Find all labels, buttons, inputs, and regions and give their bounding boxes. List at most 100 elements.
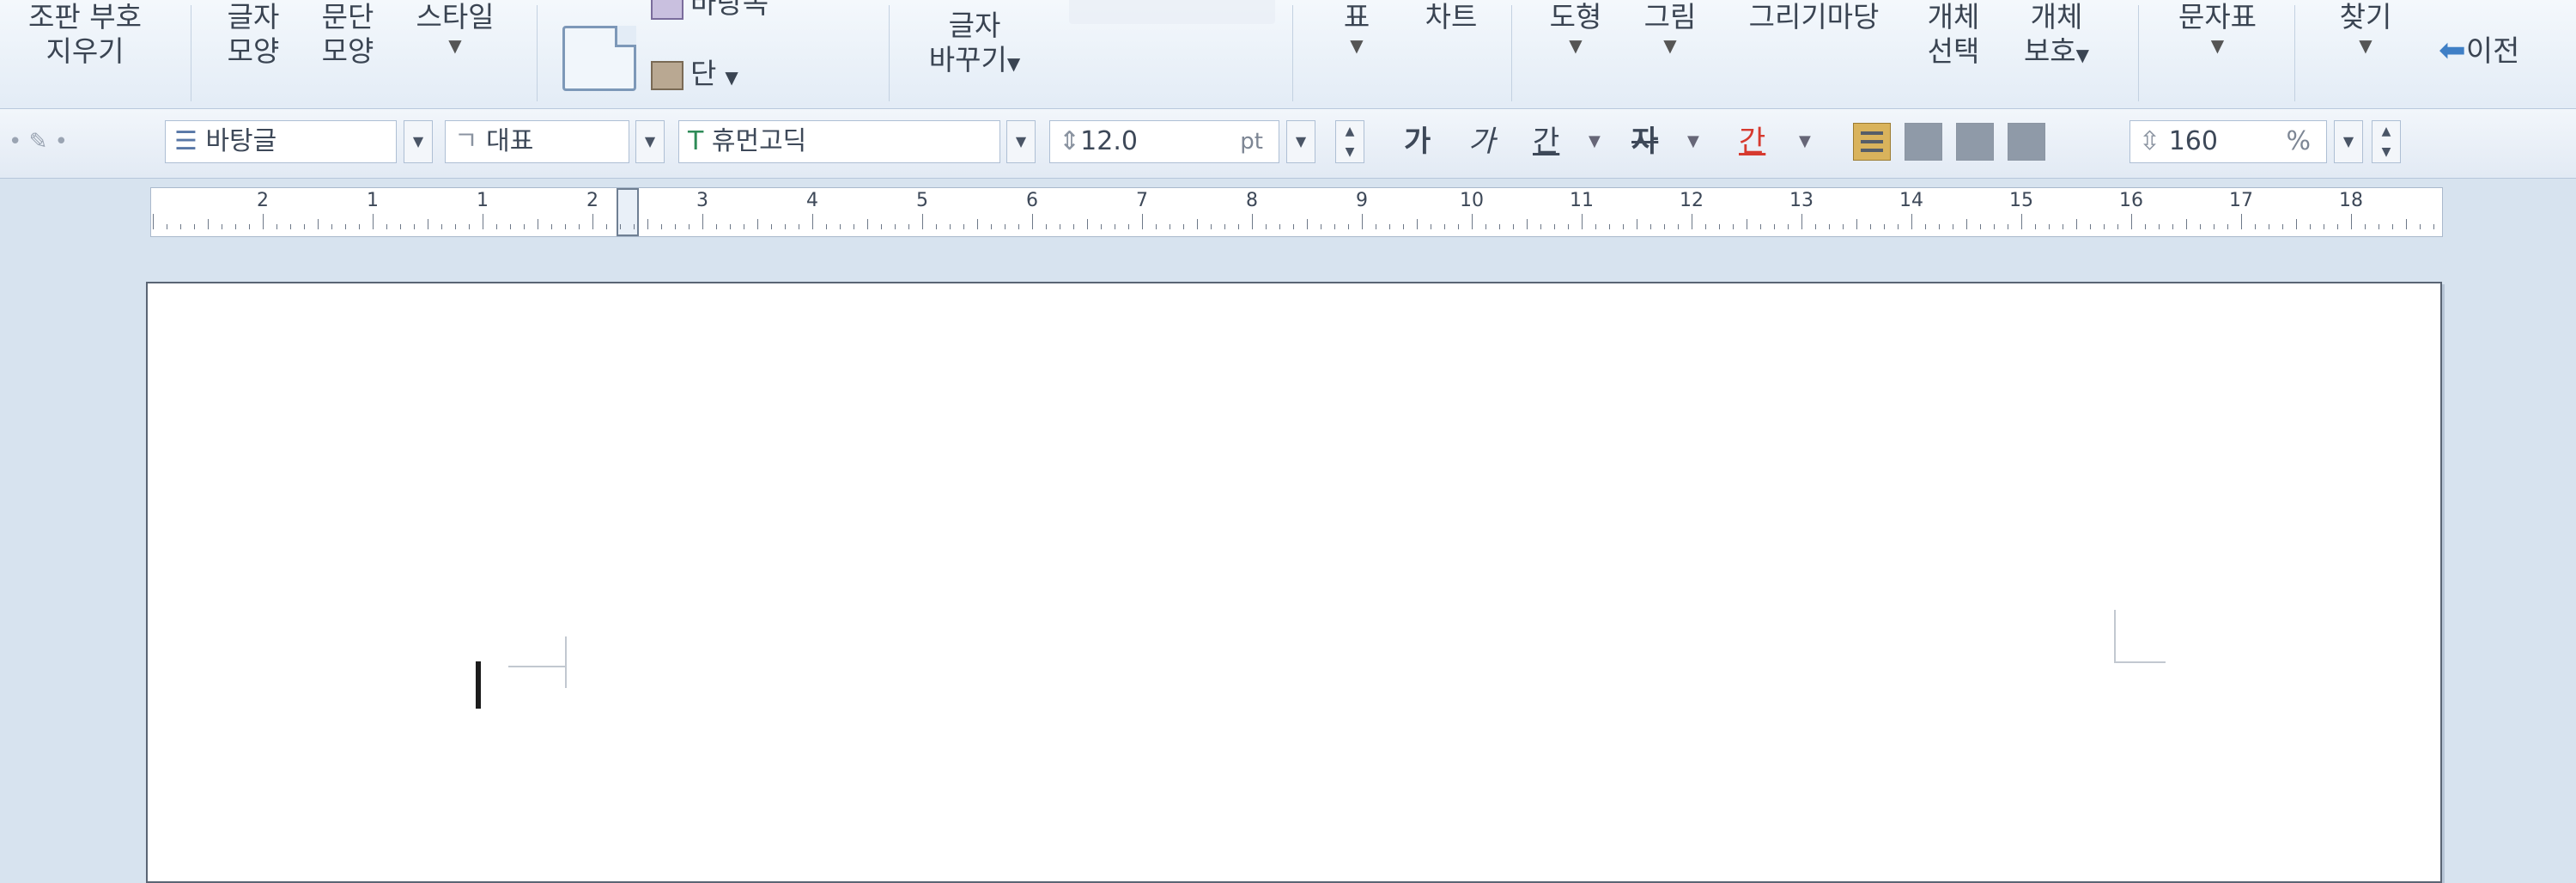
ruler-tick [2365,224,2366,229]
style-button[interactable]: 스타일 ▼ [399,0,511,108]
ruler-tick [565,224,566,229]
ruler-tick [592,214,593,229]
style-select-dropdown[interactable]: ▼ [404,120,433,163]
ruler-number: 17 [2229,190,2253,211]
ruler-tick [2200,224,2201,229]
ruler-tick [1238,224,1239,229]
ruler-number: 8 [1246,190,1258,211]
italic-button[interactable]: 가 [1468,120,1495,163]
ruler-tick [689,224,690,229]
underline-button[interactable]: 간 [1533,120,1559,163]
prev-label: 이전 [2465,34,2520,69]
picture-button[interactable]: 그림 ▼ [1627,0,1713,108]
language-select-dropdown[interactable]: ▼ [635,120,665,163]
ruler-tick [1939,224,1940,229]
para-shape-button[interactable]: 문단 모양 [305,0,391,108]
ruler-tick [1293,224,1294,229]
chevron-down-icon: ▼ [2075,45,2090,65]
ruler-tick [1307,219,1308,229]
line-spacing-input[interactable]: ⇳ 160 % [2129,120,2327,163]
ruler-tick [2282,224,2283,229]
ruler-tick [1760,224,1761,229]
chart-button[interactable]: 차트 [1408,0,1494,108]
left-align-button[interactable] [1905,123,1942,161]
font-size-value: 12.0 [1080,126,1138,156]
chevron-down-icon[interactable]: ▼ [1687,120,1699,163]
table-button[interactable]: 표 ▼ [1322,0,1391,108]
columns-button[interactable]: 단 ▼ [651,55,738,96]
page-icon[interactable] [562,26,636,91]
right-align-button[interactable] [2008,123,2045,161]
strikethrough-button[interactable]: 자 [1631,120,1658,163]
font-select[interactable]: T 휴먼고딕 [678,120,1000,163]
ruler-tick [1705,224,1706,229]
ruler-tick [2433,224,2434,229]
chevron-down-icon[interactable]: ▼ [1799,120,1811,163]
line-spacing-dropdown[interactable]: ▼ [2334,120,2363,163]
ruler-tick [208,219,209,229]
change-char-button[interactable]: 글자 바꾸기▼ [910,9,1039,117]
ruler-number: 13 [1789,190,1814,211]
select-object-button[interactable]: 개체 선택 [1911,0,1996,108]
align-line [1861,131,1883,135]
ruler-tick [1801,214,1802,229]
prev-button[interactable]: ⬅이전 [2439,33,2519,69]
formatting-toolbar: • ✎ • ☰ 바탕글 ▼ ㄱ 대표 ▼ T 휴먼고딕 ▼ ⇕12.0 pt ▼… [0,109,2576,179]
language-select[interactable]: ㄱ 대표 [445,120,629,163]
paragraph-style-icon[interactable]: • ✎ • [9,120,68,163]
ruler-tick [469,224,470,229]
ruler-tick [1224,224,1225,229]
ruler-number: 12 [1680,190,1704,211]
font-size-stepper[interactable]: ▲ ▼ [1335,120,1364,163]
ruler-tick [524,224,525,229]
symbols-button[interactable]: 문자표 ▼ [2155,0,2280,108]
ruler-tick [826,224,827,229]
center-align-button[interactable] [1956,123,1994,161]
shape-button[interactable]: 도형 ▼ [1528,0,1623,108]
ruler-tick [1348,224,1349,229]
ruler-tick [579,224,580,229]
ruler-tick [1472,214,1473,229]
clear-marks-button[interactable]: 조판 부호 지우기 [3,0,167,108]
style-select[interactable]: ☰ 바탕글 [165,120,397,163]
ruler-tick [620,224,621,229]
justify-align-button[interactable] [1853,123,1891,161]
protect-object-button[interactable]: 개체 보호▼ [2005,0,2108,108]
drawing-yard-button[interactable]: 그리기마당 [1722,0,1906,108]
ruler-tick [2145,224,2146,229]
align-line [1861,149,1883,152]
font-select-dropdown[interactable]: ▼ [1006,120,1036,163]
ruler-tick [1623,224,1624,229]
ruler-tick [1980,224,1981,229]
ruler-tick [2172,224,2173,229]
ribbon-separator [537,5,538,101]
ruler-tick [2090,224,2091,229]
ruler-tick [716,224,717,229]
ruler-number: 2 [586,190,598,211]
chevron-down-icon: ▼ [1006,53,1021,74]
ruler-tick [1183,224,1184,229]
line-spacing-stepper[interactable]: ▲ ▼ [2372,120,2401,163]
style-icon: ☰ [174,126,197,156]
font-size-input[interactable]: ⇕12.0 pt [1049,120,1279,163]
ruler-tick [276,224,277,229]
horizontal-ruler[interactable]: 2 1 1 2 3 4 5 6 7 8 9 10 11 12 13 14 15 16 17 18 [150,187,2443,237]
background-page-button[interactable]: 바탕쪽 [651,0,769,22]
ruler-tick [373,214,374,229]
ruler-tick [2241,214,2242,229]
para-shape-label-1: 문단 [321,0,374,33]
ruler-tick [180,224,181,229]
ruler-tick [1527,219,1528,229]
margin-line [565,636,567,688]
font-color-button[interactable]: 간 [1739,120,1765,163]
document-page[interactable] [146,282,2442,883]
bold-button[interactable]: 가 [1404,120,1431,163]
chevron-down-icon[interactable]: ▼ [1589,120,1601,163]
ruler-tick [771,224,772,229]
find-button[interactable]: 찾기 ▼ [2314,0,2417,108]
font-size-dropdown[interactable]: ▼ [1286,120,1315,163]
char-shape-button[interactable]: 글자 모양 [210,0,296,108]
ruler-tick [1925,224,1926,229]
shape-label: 도형 [1549,0,1602,33]
para-shape-label-2: 모양 [321,34,374,68]
